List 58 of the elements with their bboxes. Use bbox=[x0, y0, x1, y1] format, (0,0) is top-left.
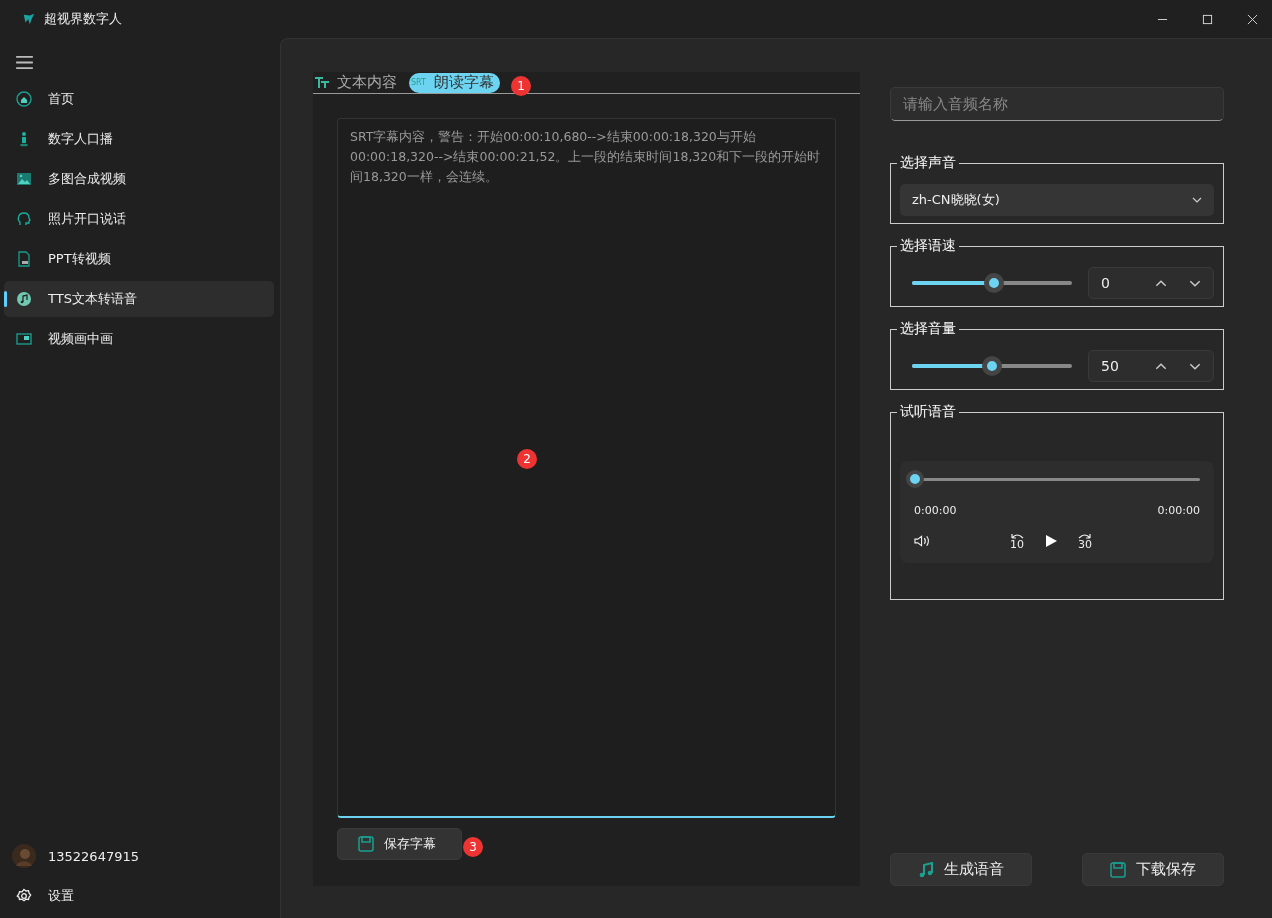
slider[interactable] bbox=[912, 356, 1072, 376]
chevron-up-icon[interactable] bbox=[1155, 362, 1167, 370]
chevron-down-icon bbox=[1192, 197, 1202, 203]
sidebar-item[interactable]: 视频画中画 bbox=[4, 321, 274, 357]
save-subtitles-button[interactable]: 保存字幕 bbox=[337, 828, 462, 860]
avatar bbox=[12, 844, 36, 868]
tab[interactable]: 文本内容 bbox=[313, 72, 403, 93]
download-button[interactable]: 下载保存 bbox=[1082, 853, 1224, 886]
slider[interactable] bbox=[912, 273, 1072, 293]
pip-icon bbox=[16, 331, 32, 347]
volume-icon[interactable] bbox=[914, 534, 931, 548]
tab[interactable]: SRT 朗读字幕 bbox=[409, 72, 500, 93]
chevron-down-icon[interactable] bbox=[1189, 362, 1201, 370]
total-time: 0:00:00 bbox=[1157, 504, 1200, 517]
number-spinbox[interactable]: 0 bbox=[1088, 267, 1214, 299]
forward-arrow-icon bbox=[1077, 532, 1093, 539]
rewind-button[interactable]: 10 bbox=[1009, 532, 1025, 550]
group-legend: 选择音量 bbox=[897, 320, 959, 338]
sidebar-item[interactable]: 数字人口播 bbox=[4, 121, 274, 157]
sidebar-item[interactable]: 首页 bbox=[4, 81, 274, 117]
sidebar-item[interactable]: 多图合成视频 bbox=[4, 161, 274, 197]
sidebar-item[interactable]: PPT转视频 bbox=[4, 241, 274, 277]
generate-button[interactable]: 生成语音 bbox=[890, 853, 1032, 886]
file-icon bbox=[16, 251, 32, 267]
voice-dropdown[interactable]: zh-CN晓晓(女) bbox=[900, 184, 1214, 216]
account-item[interactable]: 13522647915 bbox=[4, 838, 274, 874]
number-spinbox[interactable]: 50 bbox=[1088, 350, 1214, 382]
srt-icon: SRT bbox=[411, 78, 426, 87]
save-icon bbox=[1110, 861, 1126, 878]
chevron-up-icon[interactable] bbox=[1155, 279, 1167, 287]
chevron-down-icon[interactable] bbox=[1189, 279, 1201, 287]
annotation-marker: 3 bbox=[463, 837, 483, 857]
maximize-icon[interactable] bbox=[1202, 13, 1213, 25]
group-legend: 选择语速 bbox=[897, 237, 959, 255]
window-title: 超视界数字人 bbox=[44, 10, 122, 28]
music-icon bbox=[16, 291, 32, 307]
head-icon bbox=[16, 211, 32, 227]
sidebar-item[interactable]: 照片开口说话 bbox=[4, 201, 274, 237]
close-icon[interactable] bbox=[1247, 13, 1258, 25]
settings-item[interactable]: 设置 bbox=[4, 878, 274, 914]
current-time: 0:00:00 bbox=[914, 504, 957, 517]
forward-button[interactable]: 30 bbox=[1077, 532, 1093, 550]
play-icon[interactable] bbox=[1045, 534, 1057, 548]
settings-icon bbox=[16, 888, 32, 904]
app-logo-icon bbox=[22, 12, 36, 26]
progress-slider[interactable] bbox=[905, 470, 1200, 488]
image-icon bbox=[16, 171, 32, 187]
save-icon bbox=[358, 836, 374, 852]
annotation-marker: 1 bbox=[511, 76, 531, 96]
text-size-icon bbox=[315, 76, 329, 89]
sidebar-item[interactable]: TTS文本转语音 bbox=[4, 281, 274, 317]
music-note-icon bbox=[918, 861, 934, 878]
menu-icon[interactable] bbox=[16, 56, 33, 69]
group-legend: 选择声音 bbox=[897, 154, 959, 172]
audio-name-field[interactable]: 请输入音频名称 bbox=[890, 87, 1224, 121]
group-legend: 试听语音 bbox=[897, 403, 959, 421]
rewind-arrow-icon bbox=[1009, 532, 1025, 539]
home-icon bbox=[16, 91, 32, 107]
